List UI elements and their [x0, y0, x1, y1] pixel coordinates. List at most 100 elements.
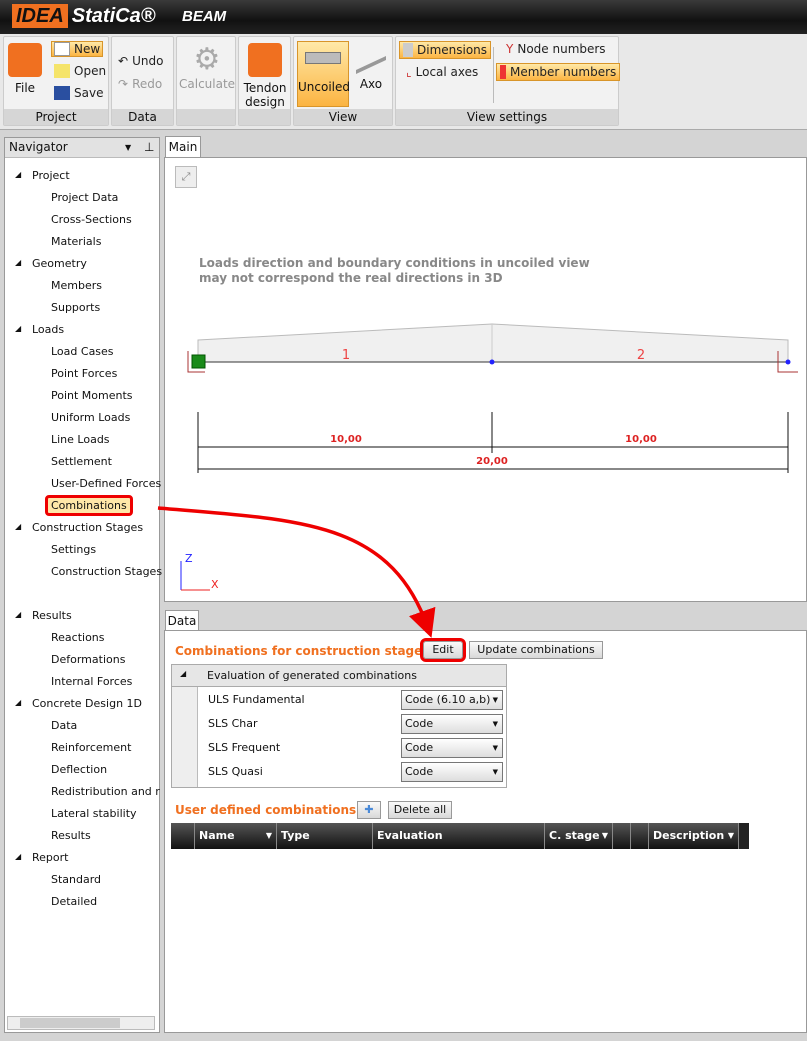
collapse-icon[interactable]: ◢	[180, 669, 186, 678]
node-numbers-icon: Y	[506, 42, 514, 56]
node-numbers-toggle[interactable]: Y Node numbers	[506, 42, 606, 56]
column-header[interactable]: Description ▼	[649, 823, 739, 849]
evaluation-select[interactable]: Code ▼	[401, 714, 503, 734]
evaluation-select[interactable]: Code (6.10 a,b) ▼	[401, 690, 503, 710]
nav-item[interactable]: Materials	[51, 235, 101, 248]
axo-icon	[356, 40, 386, 74]
row-header-column[interactable]	[171, 823, 195, 849]
nav-item[interactable]: Deflection	[51, 763, 107, 776]
nav-item[interactable]: Project	[32, 169, 70, 182]
local-axes-toggle[interactable]: ⌞ Local axes	[406, 65, 478, 79]
nav-item[interactable]: Lateral stability	[51, 807, 137, 820]
axo-button[interactable]: Axo	[352, 40, 390, 91]
dropdown-icon[interactable]: ▼	[125, 138, 131, 157]
evaluation-select[interactable]: Code ▼	[401, 762, 503, 782]
expand-icon[interactable]: ◢	[15, 170, 21, 179]
nav-item[interactable]: Members	[51, 279, 102, 292]
calculate-button[interactable]: ⚙ Calculate	[179, 42, 235, 92]
delete-all-button[interactable]: Delete all	[388, 801, 452, 819]
3d-view[interactable]: ⤢ Loads direction and boundary condition…	[164, 157, 807, 602]
column-label: C. stage	[549, 829, 600, 842]
group-header[interactable]: ◢ Evaluation of generated combinations	[172, 665, 506, 687]
nav-item[interactable]: Supports	[51, 301, 100, 314]
gear-icon: ⚙	[193, 42, 221, 77]
nav-item[interactable]: User-Defined Forces	[51, 477, 161, 490]
nav-item[interactable]: Point Forces	[51, 367, 117, 380]
edit-button[interactable]: Edit	[420, 638, 466, 662]
add-combination-button[interactable]: ✚	[357, 801, 381, 819]
column-header[interactable]: C. stage ▼	[545, 823, 613, 849]
open-button[interactable]: Open	[54, 64, 106, 78]
nav-item[interactable]: Construction Stages	[51, 565, 162, 578]
nav-item[interactable]: Detailed	[51, 895, 97, 908]
nav-item[interactable]: Geometry	[32, 257, 87, 270]
dimension-label: 10,00	[625, 434, 657, 445]
column-header[interactable]	[631, 823, 649, 849]
nav-item[interactable]: Combinations	[45, 495, 133, 516]
nav-item[interactable]: Report	[32, 851, 68, 864]
user-combinations-table-header: Name ▼ Type Evaluation C. stage ▼ Description ▼	[171, 823, 749, 849]
support-left[interactable]	[191, 354, 206, 369]
nav-item[interactable]: Construction Stages	[32, 521, 143, 534]
navigator-header: Navigator ▼ ⊥	[5, 138, 159, 158]
dimensions-toggle[interactable]: Dimensions	[399, 41, 492, 59]
member-numbers-label: Member numbers	[510, 65, 617, 79]
horizontal-scrollbar[interactable]	[7, 1016, 155, 1030]
expand-icon[interactable]: ◢	[15, 852, 21, 861]
nav-item[interactable]: Loads	[32, 323, 64, 336]
update-combinations-button[interactable]: Update combinations	[469, 641, 603, 659]
uncoiled-button[interactable]: Uncoiled	[297, 41, 350, 107]
expand-icon[interactable]: ◢	[15, 324, 21, 333]
expand-icon[interactable]: ◢	[15, 258, 21, 267]
evaluation-row: SLS Quasi Code ▼	[172, 760, 506, 784]
pin-icon[interactable]: ⊥	[144, 138, 154, 157]
nav-item[interactable]: Data	[51, 719, 77, 732]
dimension-label: 10,00	[330, 434, 362, 445]
data-panel: Combinations for construction stages Edi…	[164, 630, 807, 1033]
member-numbers-toggle[interactable]: Member numbers	[496, 63, 621, 81]
nav-item[interactable]: Deformations	[51, 653, 125, 666]
tab-main[interactable]: Main	[165, 136, 201, 157]
nav-item[interactable]: Project Data	[51, 191, 118, 204]
nav-item[interactable]: Reactions	[51, 631, 105, 644]
redo-button[interactable]: ↷ Redo	[118, 77, 162, 91]
nav-item[interactable]: Load Cases	[51, 345, 114, 358]
filter-icon[interactable]: ▼	[266, 823, 272, 849]
tendon-design-button[interactable]: Tendon design	[241, 43, 289, 109]
undo-button[interactable]: ↶ Undo	[118, 54, 163, 68]
save-button[interactable]: Save	[54, 86, 103, 100]
nav-item[interactable]: Internal Forces	[51, 675, 132, 688]
new-button[interactable]: New	[51, 41, 104, 57]
nav-item[interactable]: Uniform Loads	[51, 411, 130, 424]
nav-item[interactable]: Results	[51, 829, 91, 842]
evaluation-select[interactable]: Code ▼	[401, 738, 503, 758]
select-value: Code (6.10 a,b)	[405, 693, 491, 706]
nav-item[interactable]: Concrete Design 1D	[32, 697, 142, 710]
expand-icon[interactable]: ◢	[15, 610, 21, 619]
file-button[interactable]: File	[8, 43, 42, 95]
nav-item[interactable]: Redistribution and r	[51, 785, 160, 798]
group-label-empty	[239, 109, 290, 125]
data-group: ↶ Undo ↷ Redo Data	[111, 36, 174, 126]
nav-item[interactable]: Settlement	[51, 455, 112, 468]
nav-item[interactable]: Standard	[51, 873, 101, 886]
filter-icon[interactable]: ▼	[602, 823, 608, 849]
column-header[interactable]: Name ▼	[195, 823, 277, 849]
evaluation-row: SLS Frequent Code ▼	[172, 736, 506, 760]
column-header[interactable]	[613, 823, 631, 849]
nav-item[interactable]: Line Loads	[51, 433, 110, 446]
column-header[interactable]: Type	[277, 823, 373, 849]
expand-icon[interactable]: ◢	[15, 522, 21, 531]
nav-item[interactable]: Cross-Sections	[51, 213, 132, 226]
nav-item[interactable]: Settings	[51, 543, 96, 556]
tab-data[interactable]: Data	[165, 610, 199, 631]
chevron-down-icon: ▼	[492, 696, 498, 704]
expand-icon[interactable]: ◢	[15, 698, 21, 707]
nav-item[interactable]: Results	[32, 609, 72, 622]
filter-icon[interactable]: ▼	[728, 823, 734, 849]
nav-item[interactable]: Reinforcement	[51, 741, 131, 754]
column-header[interactable]: Evaluation	[373, 823, 545, 849]
scrollbar-thumb[interactable]	[20, 1018, 120, 1028]
nav-item[interactable]: Point Moments	[51, 389, 133, 402]
member-label-2: 2	[637, 348, 645, 363]
